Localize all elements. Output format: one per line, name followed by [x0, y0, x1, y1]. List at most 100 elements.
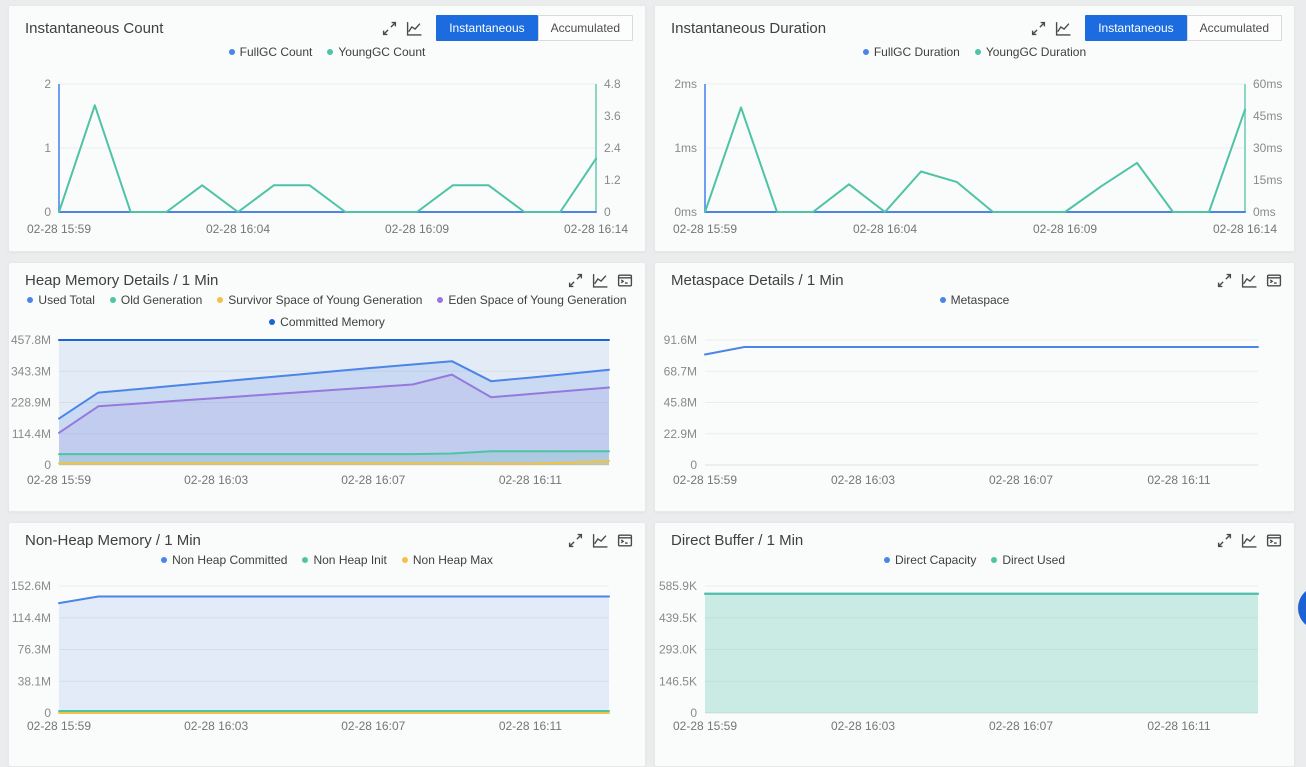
line-chart-icon[interactable]	[1241, 273, 1257, 288]
legend-dot-icon	[974, 49, 981, 55]
accumulated-button[interactable]: Accumulated	[1186, 15, 1282, 41]
dashboard-grid: Instantaneous Count Instantaneous Accumu…	[0, 0, 1306, 767]
legend-item[interactable]: Old Generation	[109, 293, 203, 307]
chart-legend: FullGC Duration YoungGC Duration	[655, 41, 1294, 63]
chart-canvas: 2ms 1ms 0ms 60ms 45ms 30ms 15ms 0ms 02-28 15:59 0…	[673, 77, 1282, 236]
panel-non-heap-memory: Non-Heap Memory / 1 Min Non Heap Committ…	[8, 522, 646, 767]
legend-dot-icon	[269, 319, 276, 325]
legend-item[interactable]: Non Heap Max	[401, 553, 493, 567]
svg-text:02-28 15:59: 02-28 15:59	[673, 222, 737, 236]
instantaneous-button[interactable]: Instantaneous	[436, 15, 538, 41]
legend-label: FullGC Count	[239, 45, 313, 59]
legend-item[interactable]: Direct Used	[991, 553, 1065, 567]
svg-text:02-28 15:59: 02-28 15:59	[673, 473, 737, 487]
chart-legend: Metaspace	[655, 289, 1294, 334]
chart-canvas: 457.8M 343.3M 228.9M 114.4M 002-28 15:59 02-2…	[11, 334, 610, 487]
svg-text:60ms: 60ms	[1253, 77, 1282, 91]
legend-dot-icon	[991, 557, 998, 563]
svg-text:439.5K: 439.5K	[659, 611, 697, 625]
expand-icon[interactable]	[1217, 273, 1232, 288]
legend-item[interactable]: FullGC Count	[228, 45, 313, 59]
chart-legend: Direct Capacity Direct Used	[655, 549, 1294, 573]
svg-text:30ms: 30ms	[1253, 141, 1282, 155]
expand-icon[interactable]	[1031, 21, 1046, 36]
legend-item[interactable]: Direct Capacity	[883, 553, 976, 567]
console-icon[interactable]	[1266, 533, 1282, 548]
instantaneous-button[interactable]: Instantaneous	[1085, 15, 1187, 41]
line-chart-icon[interactable]	[1055, 21, 1071, 36]
svg-text:0: 0	[44, 706, 51, 720]
legend-item[interactable]: Committed Memory	[269, 315, 385, 329]
legend-dot-icon	[939, 297, 946, 303]
svg-text:1ms: 1ms	[674, 141, 697, 155]
svg-text:45.8M: 45.8M	[664, 396, 697, 410]
panel-header: Direct Buffer / 1 Min	[655, 523, 1294, 549]
chart-canvas: 585.9K 439.5K 293.0K 146.5K 002-28 15:59 02-2…	[659, 579, 1259, 733]
line-chart-icon[interactable]	[1241, 533, 1257, 548]
panel-direct-buffer: Direct Buffer / 1 Min Direct Capacity Dir…	[654, 522, 1295, 767]
legend-item[interactable]: Eden Space of Young Generation	[437, 293, 627, 307]
svg-text:02-28 16:11: 02-28 16:11	[1147, 473, 1210, 487]
console-icon[interactable]	[1266, 273, 1282, 288]
legend-item[interactable]: FullGC Duration	[862, 45, 960, 59]
svg-text:22.9M: 22.9M	[664, 427, 697, 441]
svg-text:0: 0	[690, 706, 697, 720]
expand-icon[interactable]	[382, 21, 397, 36]
panel-header: Metaspace Details / 1 Min	[655, 263, 1294, 289]
legend-item[interactable]: Survivor Space of Young Generation	[217, 293, 422, 307]
console-icon[interactable]	[617, 533, 633, 548]
legend-item[interactable]: YoungGC Count	[327, 45, 425, 59]
line-chart-icon[interactable]	[406, 21, 422, 36]
svg-text:2ms: 2ms	[674, 77, 697, 91]
legend-item[interactable]: Metaspace	[939, 293, 1009, 307]
svg-text:02-28 16:03: 02-28 16:03	[184, 719, 248, 733]
expand-icon[interactable]	[568, 273, 583, 288]
svg-text:02-28 15:59: 02-28 15:59	[27, 473, 91, 487]
panel-title: Instantaneous Count	[25, 19, 164, 37]
panel-actions	[568, 533, 633, 548]
panel-actions	[1217, 533, 1282, 548]
legend-dot-icon	[161, 557, 168, 563]
svg-text:02-28 16:14: 02-28 16:14	[564, 222, 628, 236]
panel-title: Metaspace Details / 1 Min	[671, 272, 844, 289]
panel-actions: Instantaneous Accumulated	[1031, 15, 1282, 41]
legend-dot-icon	[327, 49, 334, 55]
svg-text:114.4M: 114.4M	[12, 427, 51, 441]
panel-title: Instantaneous Duration	[671, 19, 827, 37]
legend-item[interactable]: Non Heap Committed	[161, 553, 287, 567]
legend-row: Committed Memory	[269, 311, 385, 333]
accumulated-button[interactable]: Accumulated	[537, 15, 633, 41]
svg-text:76.3M: 76.3M	[18, 643, 51, 657]
expand-icon[interactable]	[568, 533, 583, 548]
legend-label: Old Generation	[120, 293, 203, 307]
svg-text:02-28 16:07: 02-28 16:07	[989, 719, 1053, 733]
panel-heap-memory-details: Heap Memory Details / 1 Min Used Total Ol…	[8, 262, 646, 512]
svg-text:02-28 16:03: 02-28 16:03	[831, 719, 895, 733]
svg-text:0ms: 0ms	[1253, 205, 1276, 219]
panel-header: Heap Memory Details / 1 Min	[9, 263, 645, 289]
line-chart-icon[interactable]	[592, 533, 608, 548]
legend-dot-icon	[109, 297, 116, 303]
svg-text:585.9K: 585.9K	[659, 579, 697, 593]
legend-dot-icon	[883, 557, 890, 563]
expand-icon[interactable]	[1217, 533, 1232, 548]
svg-text:146.5K: 146.5K	[659, 674, 697, 688]
console-icon[interactable]	[617, 273, 633, 288]
panel-title: Non-Heap Memory / 1 Min	[25, 532, 201, 549]
svg-text:02-28 16:04: 02-28 16:04	[206, 222, 270, 236]
legend-item[interactable]: Used Total	[27, 293, 95, 307]
legend-item[interactable]: Non Heap Init	[302, 553, 387, 567]
legend-row: Used Total Old Generation Survivor Space o…	[27, 289, 627, 311]
legend-row: FullGC Duration YoungGC Duration	[862, 41, 1086, 63]
svg-text:02-28 16:14: 02-28 16:14	[1213, 222, 1277, 236]
legend-row: Metaspace	[939, 289, 1009, 311]
svg-text:02-28 16:09: 02-28 16:09	[1033, 222, 1097, 236]
svg-text:02-28 16:04: 02-28 16:04	[853, 222, 917, 236]
legend-item[interactable]: YoungGC Duration	[974, 45, 1086, 59]
legend-dot-icon	[437, 297, 444, 303]
svg-text:02-28 16:11: 02-28 16:11	[1147, 719, 1210, 733]
line-chart-icon[interactable]	[592, 273, 608, 288]
legend-label: Survivor Space of Young Generation	[228, 293, 423, 307]
svg-text:02-28 16:07: 02-28 16:07	[989, 473, 1053, 487]
panel-actions	[1217, 273, 1282, 288]
